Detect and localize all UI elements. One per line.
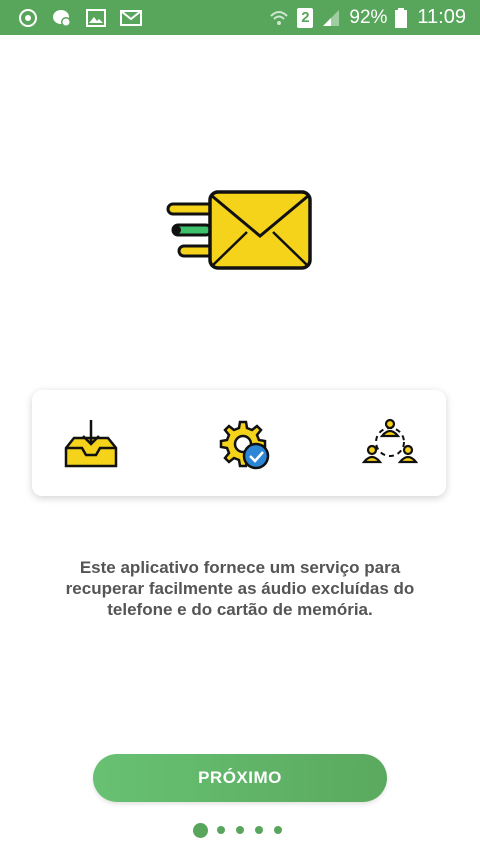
page-dot-2[interactable] (217, 826, 225, 834)
flying-envelope-icon (165, 188, 315, 274)
status-bar: 2 92% 11:09 (0, 0, 480, 35)
settings-check-icon (216, 420, 270, 470)
inbox-download-icon (64, 418, 118, 470)
battery-icon (395, 7, 408, 28)
image-icon (86, 8, 106, 27)
page-dot-5[interactable] (274, 826, 282, 834)
clock: 11:09 (417, 6, 466, 28)
sync-icon (18, 8, 38, 28)
status-left-icons (18, 8, 156, 28)
battery-percentage: 92% (349, 6, 388, 28)
page-dot-4[interactable] (255, 826, 263, 834)
page-indicator (193, 822, 293, 838)
page-dot-1[interactable] (193, 822, 208, 838)
features-card (32, 390, 446, 496)
wifi-icon (269, 8, 289, 28)
status-right-icons: 2 92% 11:09 (261, 6, 466, 29)
signal-icon (321, 9, 341, 27)
group-share-icon (361, 418, 419, 470)
page-dot-3[interactable] (236, 826, 244, 834)
mail-icon (120, 9, 142, 26)
sim-slot-number: 2 (297, 7, 314, 28)
next-button[interactable]: PRÓXIMO (93, 754, 387, 802)
sim-badge: 2 (297, 7, 314, 28)
chat-bubble-icon (52, 8, 72, 28)
description-text: Este aplicativo fornece um serviço para … (65, 558, 415, 619)
